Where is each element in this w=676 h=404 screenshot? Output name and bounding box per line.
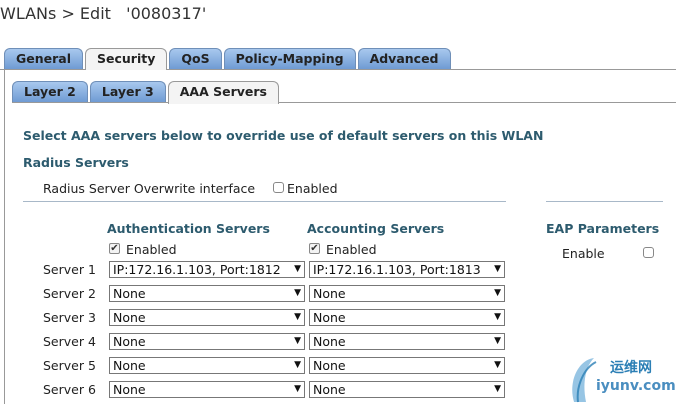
chevron-down-icon: ▼ xyxy=(294,336,301,346)
chevron-down-icon: ▼ xyxy=(494,384,501,394)
auth-servers-heading: Authentication Servers xyxy=(107,221,270,236)
tab-security[interactable]: Security xyxy=(85,48,168,71)
aaa-description: Select AAA servers below to override use… xyxy=(23,128,544,143)
overwrite-interface-label: Radius Server Overwrite interface xyxy=(43,181,256,196)
server-6-label: Server 6 xyxy=(43,382,96,397)
acct-servers-heading: Accounting Servers xyxy=(307,221,445,236)
server-3-label: Server 3 xyxy=(43,310,96,325)
watermark-cn: 运维网 xyxy=(610,360,652,376)
server-2-label: Server 2 xyxy=(43,286,96,301)
eap-enable-checkbox[interactable] xyxy=(643,247,654,258)
server-3-acct-select[interactable]: None ▼ xyxy=(309,309,505,326)
server-3-auth-select[interactable]: None ▼ xyxy=(109,309,305,326)
section-divider xyxy=(23,201,506,202)
tab-qos[interactable]: QoS xyxy=(169,48,222,69)
tab-layer-3[interactable]: Layer 3 xyxy=(89,81,166,102)
acct-enabled-checkbox[interactable]: ✔ xyxy=(309,243,320,254)
chevron-down-icon: ▼ xyxy=(494,360,501,370)
chevron-down-icon: ▼ xyxy=(494,336,501,346)
server-4-acct-select[interactable]: None ▼ xyxy=(309,333,505,350)
server-5-auth-select[interactable]: None ▼ xyxy=(109,357,305,374)
radius-section-title: Radius Servers xyxy=(23,155,129,170)
server-2-acct-select[interactable]: None ▼ xyxy=(309,285,505,302)
overwrite-enabled-label: Enabled xyxy=(287,181,338,196)
tab-general[interactable]: General xyxy=(4,48,83,69)
sub-tabs: Layer 2 Layer 3 AAA Servers xyxy=(12,81,281,104)
server-5-label: Server 5 xyxy=(43,358,96,373)
acct-enabled-label: Enabled xyxy=(326,242,377,257)
auth-enabled-checkbox[interactable]: ✔ xyxy=(109,243,120,254)
page-title: WLANs > Edit '0080317' xyxy=(0,4,207,23)
server-6-acct-select[interactable]: None ▼ xyxy=(309,381,505,398)
tab-aaa-servers[interactable]: AAA Servers xyxy=(167,81,279,104)
overwrite-interface-checkbox[interactable] xyxy=(273,182,284,193)
auth-enabled-label: Enabled xyxy=(126,242,177,257)
watermark-en: iyunv.com xyxy=(596,378,676,394)
server-1-acct-select[interactable]: IP:172.16.1.103, Port:1813 ▼ xyxy=(309,261,505,278)
server-6-auth-select[interactable]: None ▼ xyxy=(109,381,305,398)
server-1-auth-select[interactable]: IP:172.16.1.103, Port:1812 ▼ xyxy=(109,261,305,278)
chevron-down-icon: ▼ xyxy=(294,384,301,394)
chevron-down-icon: ▼ xyxy=(494,288,501,298)
chevron-down-icon: ▼ xyxy=(494,264,501,274)
chevron-down-icon: ▼ xyxy=(294,264,301,274)
tab-layer-2[interactable]: Layer 2 xyxy=(12,81,88,102)
server-4-auth-select[interactable]: None ▼ xyxy=(109,333,305,350)
main-tabs: General Security QoS Policy-Mapping Adva… xyxy=(4,48,453,71)
eap-enable-label: Enable xyxy=(562,246,605,261)
chevron-down-icon: ▼ xyxy=(494,312,501,322)
chevron-down-icon: ▼ xyxy=(294,360,301,370)
server-5-acct-select[interactable]: None ▼ xyxy=(309,357,505,374)
chevron-down-icon: ▼ xyxy=(294,312,301,322)
eap-divider xyxy=(546,201,663,202)
eap-parameters-heading: EAP Parameters xyxy=(546,221,660,236)
server-1-label: Server 1 xyxy=(43,262,96,277)
server-2-auth-select[interactable]: None ▼ xyxy=(109,285,305,302)
tab-advanced[interactable]: Advanced xyxy=(357,48,451,69)
server-4-label: Server 4 xyxy=(43,334,96,349)
tab-policy-mapping[interactable]: Policy-Mapping xyxy=(223,48,356,69)
chevron-down-icon: ▼ xyxy=(294,288,301,298)
